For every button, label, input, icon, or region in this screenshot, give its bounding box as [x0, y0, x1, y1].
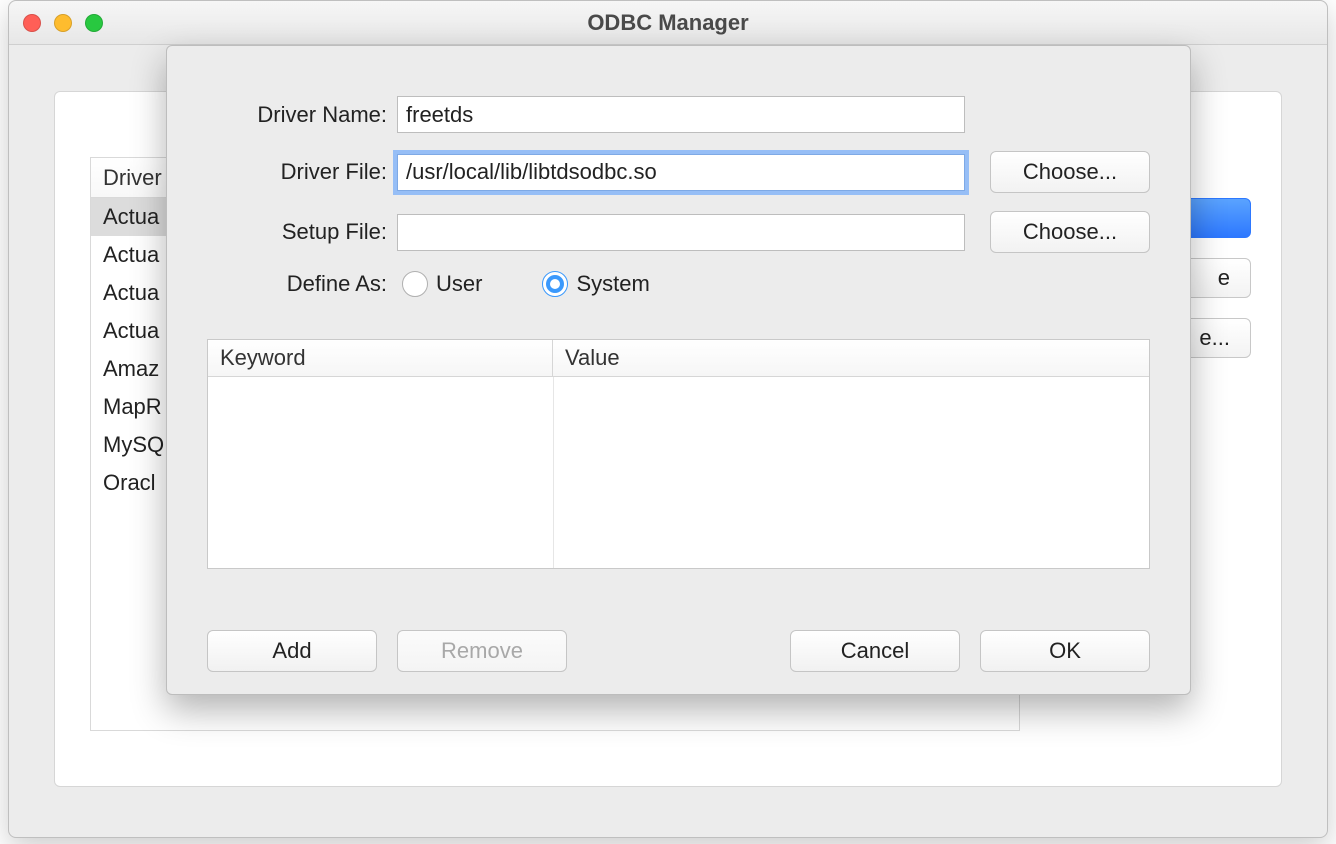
driver-file-choose-button[interactable]: Choose... — [990, 151, 1150, 193]
driver-config-dialog: Driver Name: freetds Driver File: /usr/l… — [166, 45, 1191, 695]
kv-header-value[interactable]: Value — [553, 340, 1149, 376]
kv-header-keyword[interactable]: Keyword — [208, 340, 553, 376]
add-button[interactable]: Add — [207, 630, 377, 672]
define-as-user-radio[interactable]: User — [402, 271, 482, 297]
titlebar: ODBC Manager — [9, 1, 1327, 45]
cancel-button[interactable]: Cancel — [790, 630, 960, 672]
driver-name-label: Driver Name: — [207, 102, 397, 128]
driver-name-input[interactable]: freetds — [397, 96, 965, 133]
kv-body[interactable] — [208, 376, 1149, 568]
radio-icon — [542, 271, 568, 297]
remove-button: Remove — [397, 630, 567, 672]
driver-file-label: Driver File: — [207, 159, 397, 185]
window-title: ODBC Manager — [9, 10, 1327, 36]
radio-label: User — [436, 271, 482, 297]
setup-file-input[interactable] — [397, 214, 965, 251]
radio-icon — [402, 271, 428, 297]
define-as-system-radio[interactable]: System — [542, 271, 649, 297]
setup-file-label: Setup File: — [207, 219, 397, 245]
define-as-label: Define As: — [207, 271, 397, 297]
setup-file-choose-button[interactable]: Choose... — [990, 211, 1150, 253]
main-window: ODBC Manager Driver Actua Actua Actua Ac… — [8, 0, 1328, 838]
radio-label: System — [576, 271, 649, 297]
driver-file-input[interactable]: /usr/local/lib/libtdsodbc.so — [397, 154, 965, 191]
ok-button[interactable]: OK — [980, 630, 1150, 672]
keyword-value-table: Keyword Value — [207, 339, 1150, 569]
